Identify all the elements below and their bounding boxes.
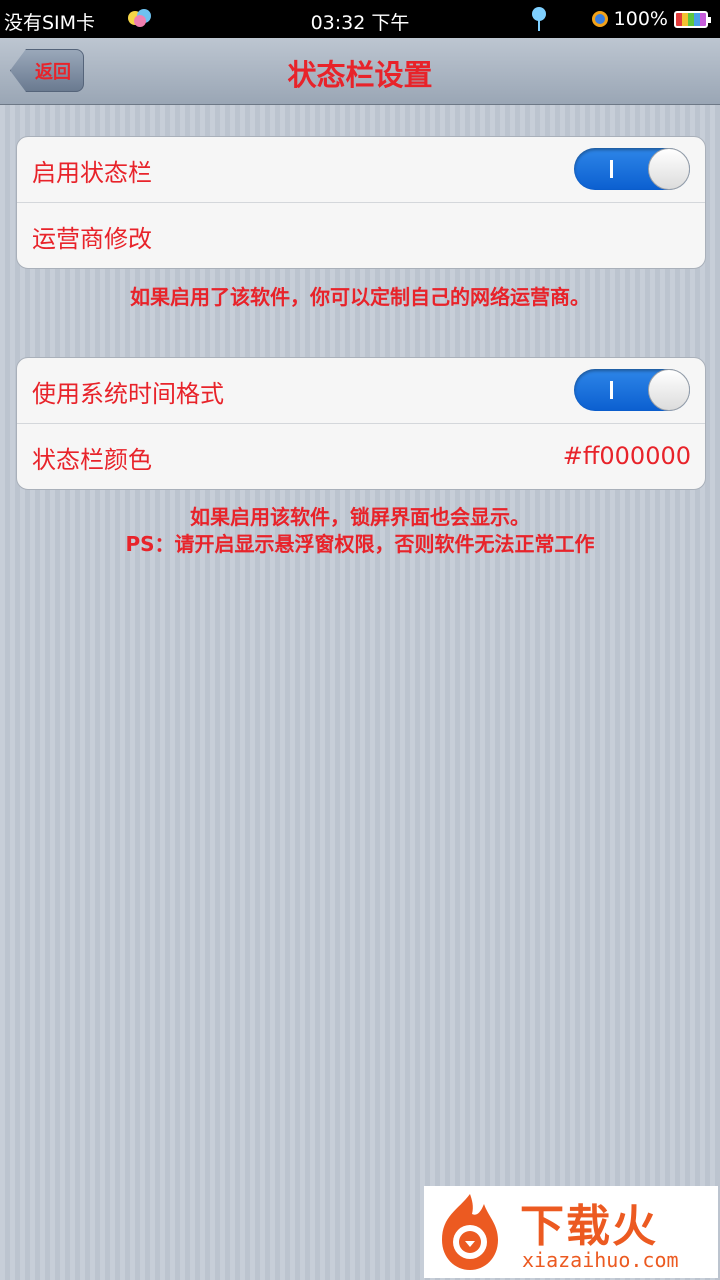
row-label: 状态栏颜色	[32, 446, 152, 474]
row-label: 运营商修改	[32, 225, 152, 253]
status-right-group: 100%	[591, 8, 711, 30]
row-label: 启用状态栏	[32, 159, 152, 187]
watermark-url: xiazaihuo.com	[522, 1248, 679, 1272]
settings-group-time: 使用系统时间格式 状态栏颜色 #ff000000	[16, 357, 706, 490]
location-pin-icon	[532, 7, 546, 31]
toggle-knob	[648, 148, 690, 190]
enable-statusbar-toggle[interactable]	[574, 148, 690, 190]
toggle-on-mark	[610, 160, 613, 178]
note-lockscreen: 如果启用该软件，锁屏界面也会显示。 PS：请开启显示悬浮窗权限，否则软件无法正常…	[0, 504, 720, 558]
ring-icon	[591, 11, 608, 27]
toggle-knob	[648, 369, 690, 411]
row-system-time-format: 使用系统时间格式	[17, 358, 705, 424]
settings-group-statusbar: 启用状态栏 运营商修改	[16, 136, 706, 269]
note-line-2: PS：请开启显示悬浮窗权限，否则软件无法正常工作	[125, 532, 595, 556]
battery-percent: 100%	[613, 8, 668, 30]
navigation-bar: 返回 状态栏设置	[0, 38, 720, 105]
note-carrier: 如果启用了该软件，你可以定制自己的网络运营商。	[130, 285, 590, 309]
flame-logo-icon	[442, 1194, 498, 1270]
toggle-on-mark	[610, 381, 613, 399]
status-bar: 没有SIM卡 03:32 下午 100%	[0, 0, 720, 38]
row-statusbar-color[interactable]: 状态栏颜色 #ff000000	[17, 424, 705, 489]
system-time-format-toggle[interactable]	[574, 369, 690, 411]
row-label: 使用系统时间格式	[32, 380, 224, 408]
page-title: 状态栏设置	[287, 58, 433, 92]
watermark-title: 下载火	[520, 1201, 658, 1252]
row-carrier-edit[interactable]: 运营商修改	[17, 203, 705, 268]
row-enable-statusbar: 启用状态栏	[17, 137, 705, 203]
note-line-1: 如果启用该软件，锁屏界面也会显示。	[190, 505, 530, 529]
watermark: 下载火 xiazaihuo.com	[424, 1186, 718, 1278]
statusbar-color-value: #ff000000	[562, 442, 691, 470]
battery-icon	[674, 10, 711, 28]
